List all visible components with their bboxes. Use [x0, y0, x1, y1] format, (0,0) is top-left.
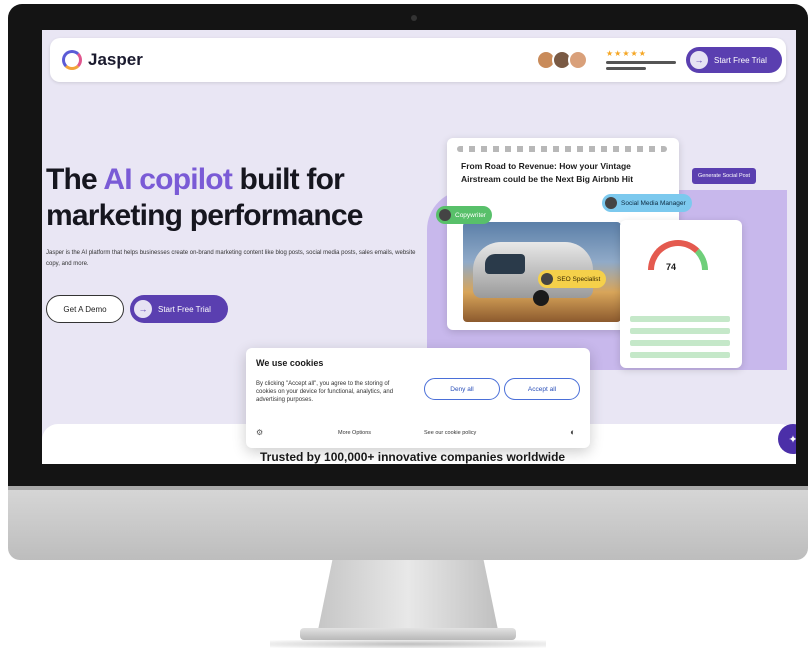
- metric-row: [630, 328, 730, 334]
- score-gauge: [648, 240, 708, 270]
- monitor: Jasper ★★★★★ → Start Free Trial The AI c…: [8, 4, 808, 560]
- avatar: [541, 273, 553, 285]
- rating-text-line: [606, 61, 676, 64]
- accept-all-button[interactable]: Accept all: [504, 378, 580, 400]
- headline-part1: The: [46, 163, 104, 196]
- headline-accent: AI copilot: [103, 163, 233, 196]
- nav-start-trial-button[interactable]: → Start Free Trial: [686, 47, 782, 73]
- performance-card: 74: [620, 220, 742, 368]
- cookie-text: By clicking "Accept all", you agree to t…: [256, 381, 394, 403]
- nav-cta-label: Start Free Trial: [714, 55, 767, 65]
- logo-text: Jasper: [88, 50, 143, 69]
- generate-social-post-tag: Generate Social Post: [692, 168, 756, 184]
- editor-card-title: From Road to Revenue: How your Vintage A…: [461, 161, 634, 184]
- more-options-link[interactable]: More Options: [338, 430, 371, 436]
- chat-icon: ✦: [788, 433, 796, 446]
- logo[interactable]: Jasper: [62, 50, 143, 70]
- seo-specialist-tag: SEO Specialist: [538, 270, 607, 288]
- trailer-wheel: [533, 290, 549, 306]
- copywriter-tag-label: Copywriter: [455, 211, 487, 219]
- rating-block: ★★★★★: [606, 50, 676, 70]
- copywriter-tag: Copywriter: [436, 206, 493, 224]
- deny-all-button[interactable]: Deny all: [424, 378, 500, 400]
- metric-row: [630, 352, 730, 358]
- monitor-stand: [318, 560, 498, 630]
- trailer-window: [485, 254, 525, 274]
- star-rating-icon: ★★★★★: [606, 49, 647, 58]
- arrow-icon: →: [690, 51, 708, 69]
- metric-row: [630, 316, 730, 322]
- monitor-chin: [8, 486, 808, 560]
- avatar: [568, 50, 588, 70]
- camera-icon: [411, 15, 417, 21]
- hero-headline: The AI copilot built for marketing perfo…: [46, 162, 426, 234]
- jasper-logo-icon: [62, 50, 82, 70]
- rating-text-line: [606, 67, 646, 70]
- start-trial-button[interactable]: → Start Free Trial: [130, 295, 228, 323]
- get-demo-button[interactable]: Get A Demo: [46, 295, 124, 323]
- avatar: [605, 197, 617, 209]
- monitor-divider: [8, 486, 808, 490]
- metric-row: [630, 340, 730, 346]
- settings-icon[interactable]: ⚙: [256, 428, 263, 437]
- cookie-icon: ◐: [570, 427, 576, 437]
- cookie-title: We use cookies: [256, 358, 324, 368]
- monitor-foot: [300, 628, 516, 640]
- cookie-policy-link[interactable]: See our cookie policy: [424, 430, 476, 436]
- trial-button-label: Start Free Trial: [158, 304, 211, 314]
- avatar: [439, 209, 451, 221]
- trusted-heading: Trusted by 100,000+ innovative companies…: [260, 450, 566, 464]
- social-media-tag-label: Social Media Manager: [621, 199, 686, 207]
- top-navbar: Jasper ★★★★★ → Start Free Trial: [50, 38, 786, 82]
- hero-subtext: Jasper is the AI platform that helps bus…: [46, 250, 416, 267]
- avatar-group: [536, 50, 588, 70]
- social-media-manager-tag: Social Media Manager: [602, 194, 692, 212]
- cookie-consent-modal: We use cookies By clicking "Accept all",…: [246, 348, 590, 448]
- monitor-shadow: [270, 640, 546, 648]
- browser-screen: Jasper ★★★★★ → Start Free Trial The AI c…: [42, 30, 796, 464]
- seo-tag-label: SEO Specialist: [557, 275, 601, 283]
- arrow-icon: →: [134, 300, 152, 318]
- gauge-value: 74: [666, 262, 677, 272]
- editor-toolbar: [457, 146, 667, 152]
